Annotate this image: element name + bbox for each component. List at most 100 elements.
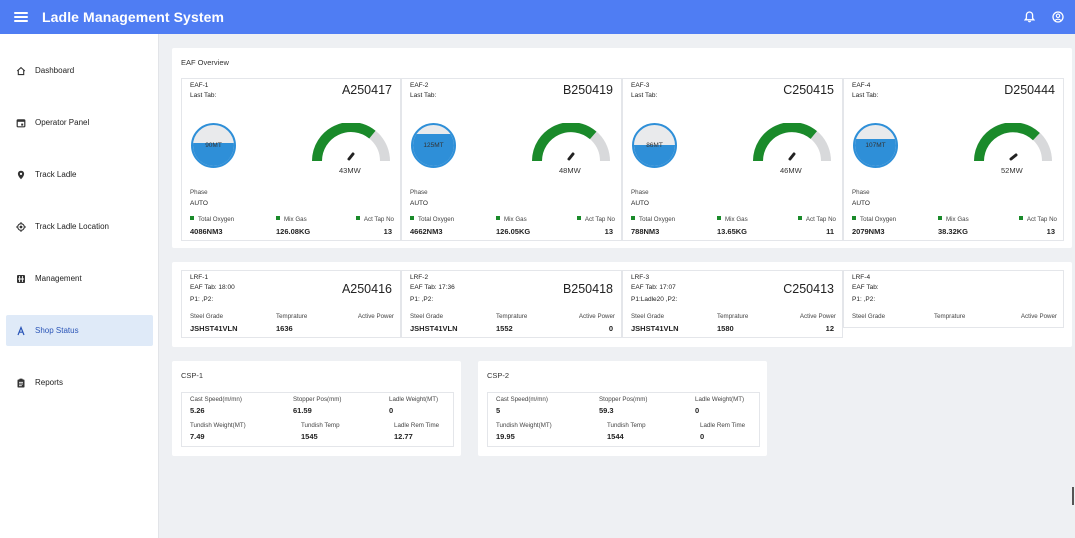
temperature-value: 1636 [276,324,293,333]
ladle-rem-time-value: 12.77 [394,432,413,441]
unit-name: LRF-3 [631,274,650,281]
unit-name: LRF-2 [410,274,429,281]
sidebar-item-track-ladle-location[interactable]: Track Ladle Location [6,211,153,242]
clipboard-icon [16,378,26,388]
location-pin-icon [16,170,26,180]
csp-panel: CSP-2 Cast Speed(m/mn) Stopper Pos(mm) L… [478,361,767,456]
oxygen-label: Total Oxygen [639,216,676,223]
sidebar-item-reports[interactable]: Reports [6,367,153,398]
ladle-weight-value: 0 [389,406,394,415]
temperature-label: Temprature [934,313,966,320]
mix-gas-label: Mix Gas [284,216,307,223]
tap-label: Act Tap No [584,216,615,223]
steel-grade-label: Steel Grade [852,313,886,320]
temperature-value: 1580 [717,324,734,333]
oxygen-label: Total Oxygen [198,216,235,223]
mix-gas-value: 126.05KG [496,227,531,236]
oxygen-label: Total Oxygen [860,216,897,223]
ladle-rem-time-label: Ladle Rem Time [394,422,440,429]
tundish-weight-label: Tundish Weight(MT) [496,422,552,429]
mix-gas-value: 13.65KG [717,227,748,236]
active-power-label: Active Power [357,313,394,320]
steel-grade-label: Steel Grade [631,313,665,320]
home-icon [16,66,26,76]
oxygen-value: 788NM3 [631,227,660,236]
account-circle-icon[interactable] [1052,11,1064,23]
eaf-card: EAF-2 Last Tab: B250419 125MT 48MW Phase… [401,78,622,241]
tundish-temp-label: Tundish Temp [607,422,646,429]
sidebar-item-dashboard[interactable]: Dashboard [6,55,153,86]
power-value: 48MW [559,166,581,175]
ladle-tank: 107MT [853,123,898,168]
active-power-value: 0 [608,324,613,333]
eaf-tab: EAF Tab: [852,284,879,291]
heat-id: D250444 [1004,83,1055,97]
ladle-positions: P1: ,P2: [410,296,434,303]
tundish-temp-label: Tundish Temp [301,422,340,429]
power-gauge [312,123,390,162]
ladle-positions: P1: ,P2: [852,296,876,303]
main-content: EAF Overview EAF-1 Last Tab: A250417 90M… [159,34,1075,538]
last-tab-label: Last Tab: [190,92,217,99]
sidebar-item-label: Operator Panel [35,118,90,127]
power-value: 43MW [339,166,361,175]
tundish-temp-value: 1545 [301,432,318,441]
phase-label: Phase [190,189,208,196]
tundish-temp-value: 1544 [607,432,624,441]
bell-icon[interactable] [1024,11,1035,23]
phase-value: AUTO [410,200,428,207]
sidebar-item-shop-status[interactable]: Shop Status [6,315,153,346]
tap-label: Act Tap No [1026,216,1057,223]
eaf-card: EAF-1 Last Tab: A250417 90MT 43MW Phase … [181,78,401,241]
steel-grade-value: JSHST41VLN [190,324,238,333]
app-title: Ladle Management System [42,9,225,25]
tank-value: 86MT [646,142,663,149]
menu-icon[interactable] [14,12,28,22]
lrf-card: LRF-3 EAF Tab: 17:07 P1:Ladle20 ,P2: C25… [622,270,843,338]
oxygen-label: Total Oxygen [418,216,455,223]
ladle-weight-label: Ladle Weight(MT) [695,396,745,403]
grid-icon [16,274,26,284]
stopper-pos-value: 59.3 [599,406,614,415]
unit-name: EAF-1 [190,82,209,89]
sidebar-item-label: Reports [35,378,64,387]
stopper-pos-value: 61.59 [293,406,312,415]
power-value: 52MW [1001,166,1023,175]
crosshair-icon [16,221,26,232]
heat-id: B250418 [562,282,613,296]
ladle-tank: 125MT [411,123,456,168]
sidebar-item-management[interactable]: Management [6,263,153,294]
sidebar-item-track-ladle[interactable]: Track Ladle [6,159,153,190]
tundish-weight-value: 7.49 [190,432,205,441]
tap-value: 11 [826,227,834,236]
unit-name: LRF-4 [852,274,871,281]
app-header: Ladle Management System [0,0,1075,34]
stopper-pos-label: Stopper Pos(mm) [293,396,342,403]
sidebar-item-label: Track Ladle [35,170,77,179]
temperature-label: Temprature [276,313,308,320]
ladle-weight-value: 0 [695,406,700,415]
last-tab-label: Last Tab: [631,92,658,99]
tank-value: 90MT [205,142,222,149]
scrollbar-handle[interactable] [1072,487,1074,505]
panel-title: EAF Overview [181,58,229,67]
mix-gas-value: 126.08KG [276,227,311,236]
cast-speed-value: 5.26 [190,406,205,415]
heat-id: C250413 [783,282,834,296]
tundish-weight-label: Tundish Weight(MT) [190,422,246,429]
ladle-positions: P1:Ladle20 ,P2: [631,296,678,303]
power-gauge [753,123,831,162]
sidebar-item-operator-panel[interactable]: Operator Panel [6,107,153,138]
lrf-card: LRF-4 EAF Tab: P1: ,P2: Steel Grade Temp… [843,270,1064,328]
heat-id: C250415 [783,83,834,97]
eaf-card: EAF-3 Last Tab: C250415 86MT 46MW Phase … [622,78,843,241]
power-gauge [974,123,1052,162]
mix-gas-label: Mix Gas [725,216,748,223]
phase-label: Phase [852,189,870,196]
calendar-icon [16,118,26,128]
power-gauge [532,123,610,162]
power-value: 46MW [780,166,802,175]
tundish-weight-value: 19.95 [496,432,515,441]
phase-value: AUTO [852,200,870,207]
cast-speed-label: Cast Speed(m/mn) [496,396,548,403]
